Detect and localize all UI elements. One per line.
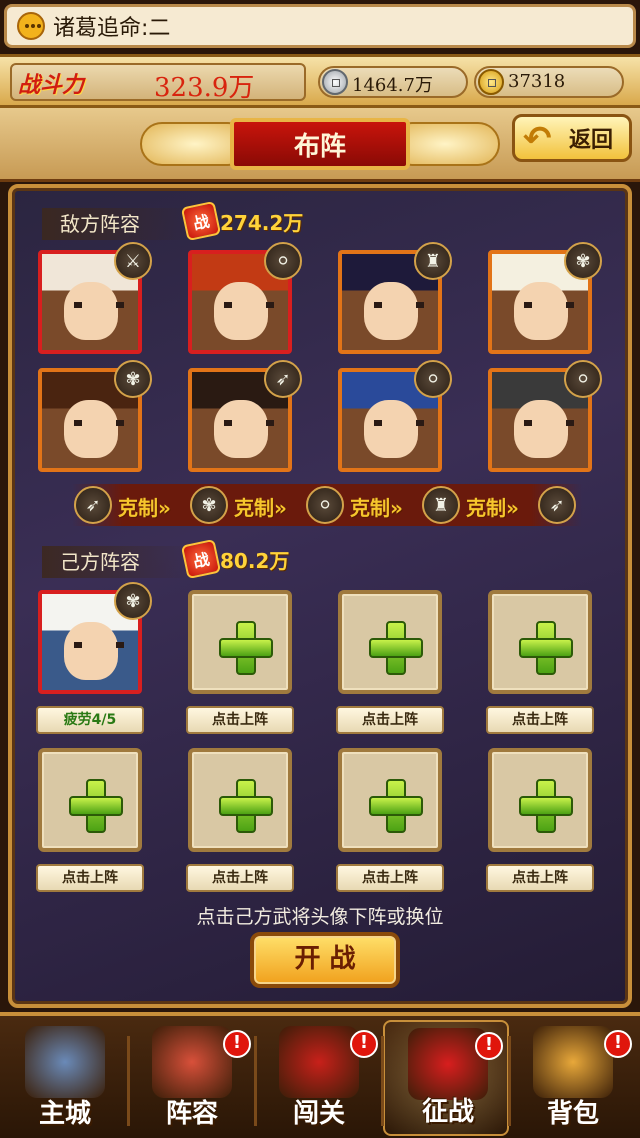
plus-icon	[219, 621, 273, 675]
enemy-power-tag: 战 274.2万	[180, 200, 304, 242]
fan-icon: ✾	[114, 582, 152, 620]
back-button-label: 返回	[568, 128, 613, 153]
gold-coin-icon	[478, 69, 504, 95]
nav-item-0[interactable]: 主城	[2, 1020, 128, 1136]
silver-coin-icon	[322, 69, 348, 95]
fatigue-label: 疲劳4/5	[36, 706, 144, 734]
spear-icon: ⚪	[306, 486, 344, 524]
deploy-button[interactable]: 点击上阵	[336, 864, 444, 892]
notification-badge-icon: !	[350, 1030, 378, 1058]
plus-icon	[369, 621, 423, 675]
nav-item-2[interactable]: 闯关!	[256, 1020, 382, 1136]
notification-badge-icon: !	[223, 1030, 251, 1058]
empty-slot[interactable]	[488, 748, 592, 852]
empty-slot[interactable]	[38, 748, 142, 852]
combat-power-label: 战斗力	[18, 72, 85, 98]
dagger-icon: ⚔	[114, 242, 152, 280]
deploy-button[interactable]: 点击上阵	[186, 864, 294, 892]
plus-icon	[69, 779, 123, 833]
empty-slot[interactable]	[488, 590, 592, 694]
plus-icon	[219, 779, 273, 833]
restraint-label: 克制»	[234, 496, 287, 520]
generals-icon	[152, 1026, 232, 1098]
chat-message-text: 诸葛追命:二	[53, 16, 171, 41]
nav-label: 闯关	[292, 1099, 345, 1129]
resource-bar: 战斗力 323.9万 1464.7万 37318	[0, 54, 640, 108]
restraint-label: 克制»	[118, 496, 171, 520]
restraint-label: 克制»	[466, 496, 519, 520]
empty-slot[interactable]	[188, 748, 292, 852]
start-battle-button[interactable]: 开 战	[250, 932, 400, 988]
plus-icon	[519, 621, 573, 675]
empty-slot[interactable]	[338, 748, 442, 852]
bag-icon	[533, 1026, 613, 1098]
bow-icon: ➶	[74, 486, 112, 524]
deploy-button[interactable]: 点击上阵	[486, 864, 594, 892]
title-plate: 布阵	[230, 118, 410, 170]
nav-label: 阵容	[165, 1099, 218, 1129]
battle-badge-icon: 战	[180, 200, 222, 242]
fan-icon: ✾	[114, 360, 152, 398]
silver-counter[interactable]: 1464.7万	[318, 66, 468, 98]
deploy-button[interactable]: 点击上阵	[36, 864, 144, 892]
gold-counter[interactable]: 37318	[474, 66, 624, 98]
fan-icon: ✾	[190, 486, 228, 524]
bow-icon: ➶	[538, 486, 576, 524]
deploy-button[interactable]: 点击上阵	[186, 706, 294, 734]
nav-divider	[127, 1036, 130, 1126]
nav-label: 背包	[546, 1099, 599, 1129]
battle-badge-icon: 战	[180, 538, 222, 580]
spear-icon: ⚪	[414, 360, 452, 398]
back-arrow-icon: ↶	[523, 119, 552, 159]
nav-item-4[interactable]: 背包!	[510, 1020, 636, 1136]
armor-icon: ♜	[422, 486, 460, 524]
nav-item-3[interactable]: 征战!	[383, 1020, 509, 1136]
fan-icon: ✾	[564, 242, 602, 280]
formation-hint: 点击己方武将头像下阵或换位	[196, 906, 444, 928]
spear-icon: ⚪	[564, 360, 602, 398]
armor-icon: ♜	[414, 242, 452, 280]
deploy-button[interactable]: 点击上阵	[486, 706, 594, 734]
spear-icon: ⚪	[264, 242, 302, 280]
back-button[interactable]: ↶ 返回	[512, 114, 632, 162]
page-title: 布阵	[293, 131, 346, 162]
restraint-label: 克制»	[350, 496, 403, 520]
nav-label: 征战	[421, 1097, 474, 1127]
ally-lineup-title: 己方阵容	[42, 546, 192, 578]
formation-panel: 敌方阵容 战 274.2万 ➶ 克制» ✾ 克制» ⚪ 克制» ♜ 克制» ➶ 己方阵容 战 8…	[8, 184, 632, 1008]
enemy-power-value: 274.2万	[220, 210, 304, 235]
nav-divider	[508, 1036, 511, 1126]
nav-label: 主城	[38, 1099, 91, 1129]
page-header: 布阵 ↶ 返回	[0, 108, 640, 182]
bow-icon: ➶	[264, 360, 302, 398]
enemy-lineup-title: 敌方阵容	[42, 208, 192, 240]
banner-icon	[279, 1026, 359, 1098]
chat-message-bar[interactable]: 诸葛追命:二	[4, 4, 636, 48]
notification-badge-icon: !	[604, 1030, 632, 1058]
notification-badge-icon: !	[475, 1032, 503, 1060]
empty-slot[interactable]	[338, 590, 442, 694]
castle-icon	[25, 1026, 105, 1098]
nav-divider	[254, 1036, 257, 1126]
combat-power-box: 战斗力 323.9万	[10, 63, 306, 103]
chat-bubble-icon	[17, 12, 45, 40]
gold-value: 37318	[508, 71, 566, 92]
ally-power-value: 80.2万	[220, 548, 290, 573]
plus-icon	[369, 779, 423, 833]
deploy-button[interactable]: 点击上阵	[336, 706, 444, 734]
empty-slot[interactable]	[188, 590, 292, 694]
nav-divider	[381, 1036, 384, 1126]
silver-value: 1464.7万	[352, 75, 433, 96]
restraint-chain: ➶ 克制» ✾ 克制» ⚪ 克制» ♜ 克制» ➶	[72, 484, 582, 526]
nav-item-1[interactable]: 阵容!	[129, 1020, 255, 1136]
ally-power-tag: 战 80.2万	[180, 538, 290, 580]
combat-power-value: 323.9万	[154, 73, 255, 103]
bottom-nav: 主城 阵容! 闯关! 征战! 背包!	[0, 1012, 640, 1138]
plus-icon	[519, 779, 573, 833]
